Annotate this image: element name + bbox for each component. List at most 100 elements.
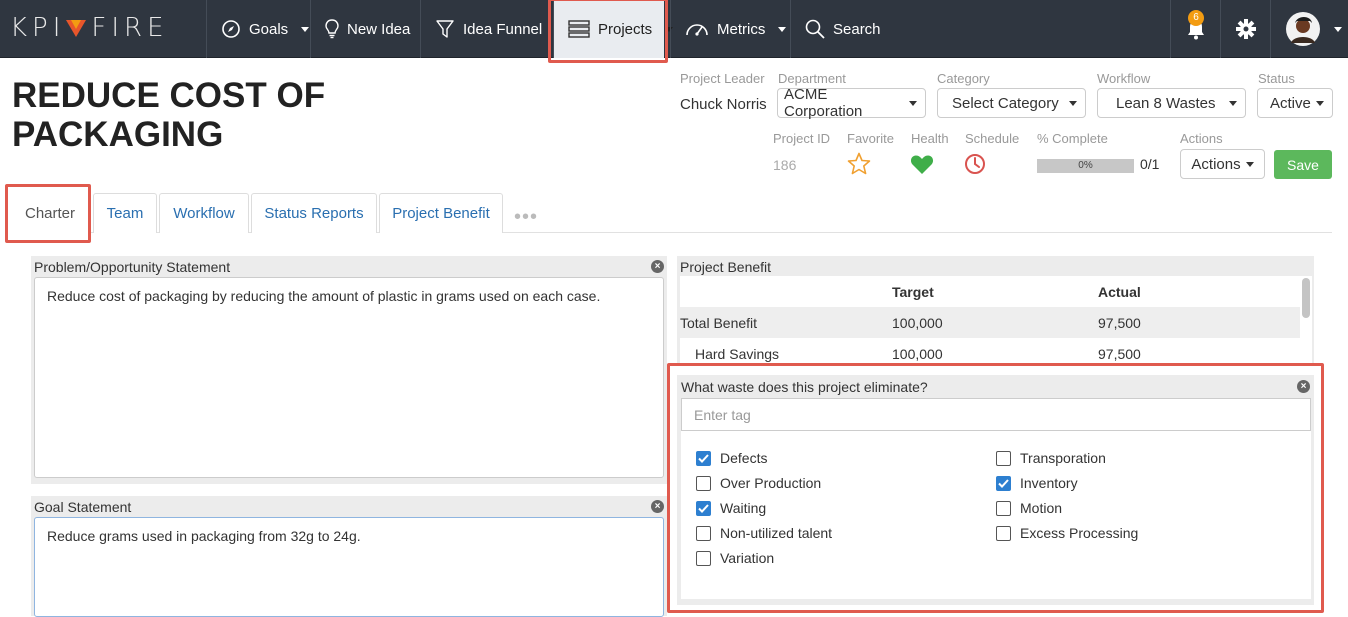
checkbox-label: Transporation [1020, 450, 1106, 466]
page-title: REDUCE COST OF PACKAGING [12, 76, 326, 154]
status-label: Status [1258, 71, 1295, 86]
nav-metrics-label: Metrics [717, 20, 766, 38]
project-leader-label: Project Leader [680, 71, 765, 86]
project-leader-value: Chuck Norris [680, 96, 767, 113]
lightbulb-icon [325, 19, 339, 39]
checkbox-inventory[interactable]: Inventory [996, 475, 1078, 491]
nav-search-label: Search [833, 20, 881, 38]
chevron-down-icon [778, 26, 787, 32]
department-value: ACME Corporation [784, 86, 863, 120]
logo-text-left: KPI [10, 13, 66, 43]
checkbox-label: Waiting [720, 500, 767, 516]
tag-input[interactable]: Enter tag [681, 398, 1311, 431]
actions-button[interactable]: Actions [1180, 149, 1265, 179]
heart-icon [910, 155, 934, 174]
problem-statement-title: Problem/Opportunity Statement [34, 259, 231, 275]
waste-panel-title: What waste does this project eliminate? [681, 379, 928, 395]
checkbox-label: Defects [720, 450, 768, 466]
logo-flame-icon [66, 20, 87, 37]
checkbox-waiting[interactable]: Waiting [696, 500, 766, 516]
star-icon[interactable] [847, 152, 871, 175]
row-target: 100,000 [892, 345, 943, 362]
task-count: 0/1 [1140, 156, 1160, 172]
nav-goals[interactable]: Goals [206, 0, 310, 58]
workflow-label: Workflow [1097, 71, 1151, 86]
tab-team[interactable]: Team [93, 193, 157, 233]
checkbox-unchecked-icon [996, 450, 1011, 466]
benefit-scrollbar[interactable] [1302, 278, 1310, 318]
gear-icon [1235, 19, 1256, 39]
checkbox-label: Inventory [1020, 475, 1078, 491]
benefit-table: Target Actual Total Benefit 100,000 97,5… [680, 276, 1300, 369]
checkbox-label: Over Production [720, 475, 822, 491]
row-label: Total Benefit [680, 314, 758, 331]
checkbox-label: Excess Processing [1020, 525, 1139, 541]
projects-icon [568, 20, 590, 38]
category-value: Select Category [952, 94, 1059, 112]
checkbox-checked-icon [996, 475, 1011, 491]
status-select[interactable]: Active [1257, 88, 1333, 118]
notifications-button[interactable] [1170, 0, 1220, 58]
chevron-down-icon [301, 26, 310, 32]
nav-idea-funnel-label: Idea Funnel [463, 20, 543, 38]
nav-idea-funnel[interactable]: Idea Funnel [420, 0, 547, 58]
logo-text-right: FIRE [91, 13, 169, 43]
settings-button[interactable] [1220, 0, 1270, 58]
tab-workflow[interactable]: Workflow [159, 193, 249, 233]
problem-statement-field[interactable]: Reduce cost of packaging by reducing the… [34, 277, 664, 478]
row-label: Hard Savings [695, 345, 780, 362]
row-target: 100,000 [892, 314, 943, 331]
health-label: Health [911, 131, 949, 146]
col-actual: Actual [1098, 283, 1141, 300]
more-tabs-icon[interactable]: ••• [514, 206, 538, 229]
status-value: Active [1270, 94, 1311, 112]
user-menu[interactable] [1270, 0, 1348, 58]
gauge-icon [686, 24, 708, 36]
checkbox-transporation[interactable]: Transporation [996, 450, 1106, 466]
checkbox-unchecked-icon [996, 500, 1011, 516]
workflow-select[interactable]: Lean 8 Wastes [1097, 88, 1246, 118]
nav-metrics[interactable]: Metrics [670, 0, 790, 58]
project-benefit-title: Project Benefit [680, 259, 772, 275]
col-target: Target [892, 283, 934, 300]
row-actual: 97,500 [1098, 314, 1141, 331]
department-select[interactable]: ACME Corporation [777, 86, 926, 120]
save-button[interactable]: Save [1274, 150, 1332, 179]
nav-new-idea[interactable]: New Idea [310, 0, 420, 58]
row-actual: 97,500 [1098, 345, 1141, 362]
close-icon[interactable]: × [1297, 380, 1310, 393]
col-label [680, 276, 892, 307]
nav-new-idea-label: New Idea [347, 20, 411, 38]
checkbox-defects[interactable]: Defects [696, 450, 767, 466]
favorite-label: Favorite [847, 131, 894, 146]
table-row: Hard Savings 100,000 97,500 [680, 338, 1300, 369]
chevron-down-icon [1245, 161, 1254, 167]
checkbox-unchecked-icon [996, 525, 1011, 541]
tab-status-reports[interactable]: Status Reports [251, 193, 377, 233]
checkbox-over-production[interactable]: Over Production [696, 475, 821, 491]
chevron-down-icon [1069, 100, 1077, 106]
close-icon[interactable]: × [651, 500, 664, 513]
actions-button-label: Actions [1191, 155, 1241, 173]
chevron-down-icon [1229, 100, 1237, 106]
project-id-label: Project ID [773, 131, 831, 146]
kpifire-logo[interactable]: KPI FIRE [10, 12, 169, 44]
avatar [1286, 12, 1320, 46]
close-icon[interactable]: × [651, 260, 664, 273]
checkbox-label: Motion [1020, 500, 1063, 516]
checkbox-motion[interactable]: Motion [996, 500, 1062, 516]
checkbox-non-utilized-talent[interactable]: Non-utilized talent [696, 525, 832, 541]
checkbox-variation[interactable]: Variation [696, 550, 774, 566]
category-select[interactable]: Select Category [937, 88, 1086, 118]
nav-projects[interactable]: Projects [553, 0, 674, 58]
progress-bar: 0% [1037, 159, 1134, 173]
category-label: Category [937, 71, 990, 86]
goal-statement-field[interactable]: Reduce grams used in packaging from 32g … [34, 517, 664, 617]
tab-project-benefit[interactable]: Project Benefit [379, 193, 503, 233]
tab-charter[interactable]: Charter [12, 193, 88, 233]
notification-count-badge: 6 [1188, 10, 1204, 26]
checkbox-excess-processing[interactable]: Excess Processing [996, 525, 1138, 541]
chevron-down-icon [1316, 100, 1324, 106]
nav-search[interactable]: Search [790, 0, 1170, 58]
funnel-icon [436, 20, 454, 38]
